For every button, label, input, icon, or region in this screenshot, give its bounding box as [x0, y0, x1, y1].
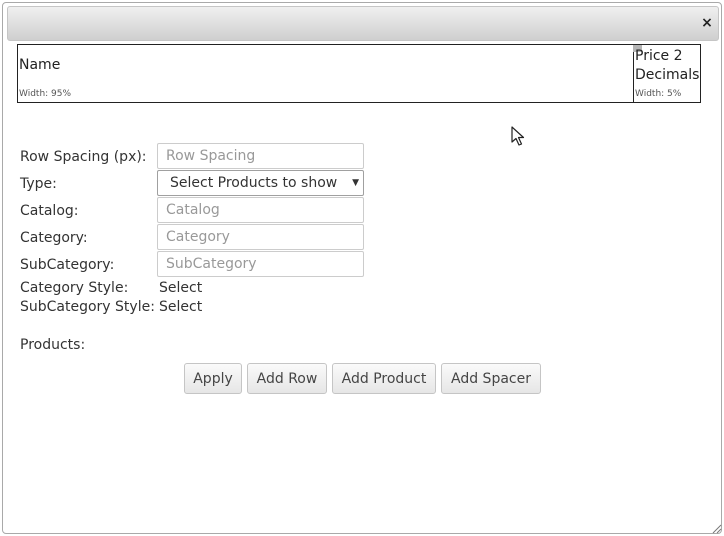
column-name[interactable]: Name Width: 95% — [18, 45, 642, 102]
subcategory-style-label: SubCategory Style: — [20, 299, 155, 315]
type-label: Type: — [20, 176, 57, 192]
subcategory-style-select[interactable]: Select — [159, 298, 202, 316]
column-layout-preview: Name Width: 95% Price 2 Decimals Width: … — [17, 44, 701, 103]
catalog-label: Catalog: — [20, 203, 79, 219]
column-title: Name — [19, 57, 61, 73]
mouse-pointer-icon — [511, 126, 525, 146]
add-row-button[interactable]: Add Row — [247, 363, 327, 394]
column-width-label: Width: 5% — [635, 89, 682, 99]
dropdown-arrow-icon: ▼ — [352, 178, 359, 188]
row-spacing-input[interactable] — [157, 143, 364, 169]
column-price[interactable]: Price 2 Decimals Width: 5% — [634, 45, 700, 102]
category-input[interactable] — [157, 224, 364, 250]
column-width-label: Width: 95% — [19, 89, 72, 99]
catalog-input[interactable] — [157, 197, 364, 223]
subcategory-label: SubCategory: — [20, 257, 115, 273]
apply-button[interactable]: Apply — [184, 363, 242, 394]
dialog-titlebar[interactable]: × — [7, 6, 719, 41]
add-product-button[interactable]: Add Product — [332, 363, 436, 394]
subcategory-input[interactable] — [157, 251, 364, 277]
category-style-select[interactable]: Select — [159, 279, 202, 297]
type-select[interactable]: Select Products to show ▼ — [157, 170, 364, 196]
products-label: Products: — [20, 337, 86, 353]
category-label: Category: — [20, 230, 88, 246]
type-select-value: Select Products to show — [170, 175, 338, 191]
add-spacer-button[interactable]: Add Spacer — [441, 363, 541, 394]
row-spacing-label: Row Spacing (px): — [20, 149, 147, 165]
close-icon[interactable]: × — [700, 16, 714, 30]
resize-grip-icon[interactable] — [710, 522, 722, 534]
column-title: Price 2 Decimals — [635, 48, 700, 83]
category-style-label: Category Style: — [20, 280, 129, 296]
